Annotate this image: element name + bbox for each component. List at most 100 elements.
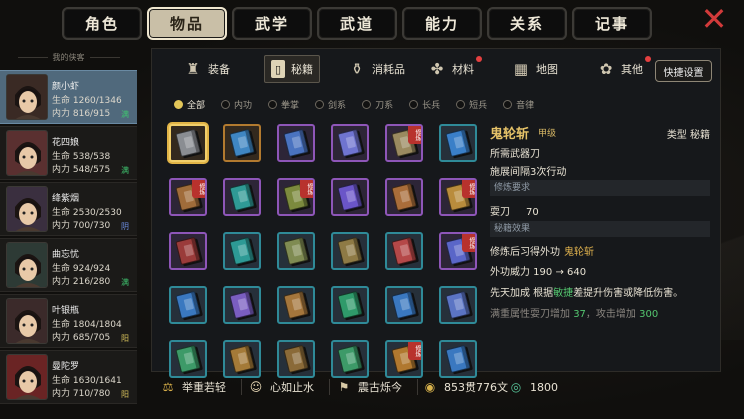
desc-prefix: 先天加成 根据 <box>490 288 554 299</box>
effect-header: 秘籍效果 <box>490 221 710 237</box>
map-icon: ▦ <box>513 60 529 78</box>
quick-setting-button[interactable]: 快捷设置 <box>655 60 712 82</box>
tab-1[interactable]: 物品 <box>147 7 227 40</box>
filter-option[interactable]: 全部 <box>174 98 205 111</box>
item-slot[interactable] <box>331 232 369 270</box>
tab-0[interactable]: 角色 <box>62 7 142 40</box>
item-slot[interactable] <box>331 340 369 378</box>
tab-4[interactable]: 能力 <box>402 7 482 40</box>
item-slot[interactable] <box>169 286 207 324</box>
tab-3[interactable]: 武道 <box>317 7 397 40</box>
status-label: 853贯776文 <box>444 381 508 394</box>
character-card[interactable]: 叶银瓶 生命 1804/1804 内力 685/705 阳 <box>0 294 137 348</box>
filter-label: 内功 <box>234 100 253 111</box>
item-slot[interactable] <box>385 178 423 216</box>
item-slot[interactable] <box>169 340 207 378</box>
character-list: 颜小虾 生命 1260/1346 内力 816/915 满花四娘 生命 538/538 内… <box>0 70 137 406</box>
character-mp: 内力 710/780 <box>52 389 111 399</box>
book-icon <box>175 236 201 266</box>
filter-option[interactable]: 短兵 <box>456 98 487 111</box>
character-name: 曼陀罗 <box>52 362 80 372</box>
character-card[interactable]: 花四娘 生命 538/538 内力 548/575 满 <box>0 126 137 180</box>
item-slot[interactable] <box>277 286 315 324</box>
character-card[interactable]: 颜小虾 生命 1260/1346 内力 816/915 满 <box>0 70 137 124</box>
character-hp: 生命 1630/1641 <box>52 376 122 386</box>
filter-option[interactable]: 长兵 <box>409 98 440 111</box>
radio-button[interactable] <box>409 99 419 109</box>
character-status-badge: 阳 <box>121 334 129 343</box>
item-slot[interactable] <box>223 286 261 324</box>
tab-5[interactable]: 关系 <box>487 7 567 40</box>
item-slot[interactable] <box>439 124 477 162</box>
separator <box>417 379 418 395</box>
close-x-icon[interactable]: ✕ <box>698 3 730 36</box>
item-slot[interactable] <box>385 232 423 270</box>
tab-6[interactable]: 记事 <box>572 7 652 40</box>
item-slot[interactable] <box>277 340 315 378</box>
item-slot[interactable]: 修炼 <box>439 178 477 216</box>
item-slot[interactable] <box>439 286 477 324</box>
item-slot[interactable] <box>223 340 261 378</box>
train-tag: 修炼 <box>462 180 475 198</box>
item-slot[interactable]: 修炼 <box>277 178 315 216</box>
jade-icon: ◎ <box>510 380 522 394</box>
inventory-screen: 角色 物品 武学 武道 能力 关系 记事 ✕ 我的侠客 颜小虾 生命 1260/1346 内力 … <box>0 0 744 419</box>
subtab-map[interactable]: ▦ 地图 <box>512 58 558 80</box>
character-card[interactable]: 绛紫烟 生命 2530/2530 内力 700/730 阴 <box>0 182 137 236</box>
book-icon <box>337 182 363 212</box>
lantern-icon: ✿ <box>599 60 613 78</box>
item-slot[interactable]: 修炼 <box>169 178 207 216</box>
item-slot[interactable] <box>385 286 423 324</box>
radio-button[interactable] <box>221 99 231 109</box>
item-slot[interactable]: 修炼 <box>385 124 423 162</box>
character-card[interactable]: 曲忘忧 生命 924/924 内力 216/280 满 <box>0 238 137 292</box>
character-card[interactable]: 曼陀罗 生命 1630/1641 内力 710/780 阳 <box>0 350 137 404</box>
item-slot[interactable]: 修炼 <box>385 340 423 378</box>
radio-button[interactable] <box>268 99 278 109</box>
item-slot[interactable]: 修炼 <box>439 232 477 270</box>
item-slot[interactable] <box>223 124 261 162</box>
filter-option[interactable]: 内功 <box>221 98 252 111</box>
filter-option[interactable]: 拳掌 <box>268 98 299 111</box>
book-icon <box>283 236 309 266</box>
item-slot[interactable] <box>169 124 207 162</box>
item-slot[interactable] <box>277 232 315 270</box>
character-portrait <box>6 74 48 120</box>
subtab-herb[interactable]: ✤ 材料 <box>428 56 482 80</box>
book-icon <box>337 344 363 374</box>
subtab-lantern[interactable]: ✿ 其他 <box>597 56 651 80</box>
radio-button[interactable] <box>362 99 372 109</box>
subtab-flask[interactable]: ⚱ 消耗品 <box>348 58 405 80</box>
learn-skill-row: 修炼后习得外功 鬼轮斩 <box>490 243 594 258</box>
item-slot[interactable] <box>169 232 207 270</box>
filter-option[interactable]: 刀系 <box>362 98 393 111</box>
status-item: ◎ 1800 <box>507 377 558 397</box>
filter-option[interactable]: 音律 <box>503 98 534 111</box>
book-icon <box>229 182 255 212</box>
train-tag: 修炼 <box>462 234 475 252</box>
radio-button[interactable] <box>503 99 513 109</box>
subtab-armor[interactable]: ♜ 装备 <box>184 58 230 80</box>
character-name: 曲忘忧 <box>52 250 80 260</box>
item-slot[interactable] <box>331 178 369 216</box>
item-slot[interactable] <box>223 232 261 270</box>
full-n1: 37 <box>573 309 586 320</box>
book-icon <box>229 128 255 158</box>
tab-2[interactable]: 武学 <box>232 7 312 40</box>
item-slot[interactable] <box>331 124 369 162</box>
armor-icon: ♜ <box>186 60 200 78</box>
book-icon <box>175 128 201 158</box>
character-mp: 内力 685/705 <box>52 333 111 343</box>
item-slot[interactable] <box>223 178 261 216</box>
scroll-icon: ▯ <box>271 60 285 78</box>
radio-button[interactable] <box>315 99 325 109</box>
item-slot[interactable] <box>439 340 477 378</box>
character-mp: 内力 216/280 <box>52 277 111 287</box>
subtab-scroll[interactable]: ▯ 秘籍 <box>264 55 320 83</box>
item-slot[interactable] <box>331 286 369 324</box>
item-slot[interactable] <box>277 124 315 162</box>
radio-button[interactable] <box>174 99 183 109</box>
radio-button[interactable] <box>456 99 466 109</box>
herb-icon: ✤ <box>430 60 444 78</box>
filter-option[interactable]: 剑系 <box>315 98 346 111</box>
